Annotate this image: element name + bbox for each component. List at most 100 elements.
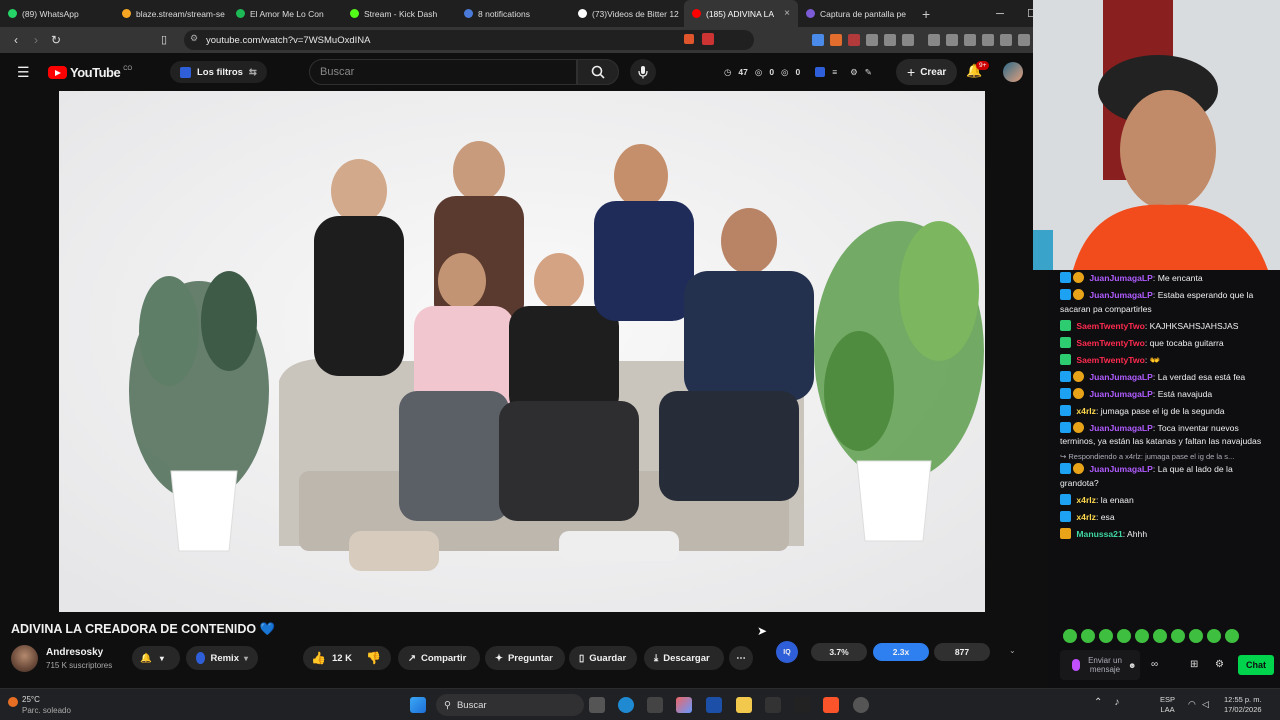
taskbar-search[interactable]: ⚲ Buscar <box>436 694 584 716</box>
extension-icon[interactable] <box>848 34 860 46</box>
emote-icon[interactable] <box>1099 629 1113 643</box>
gift-icon[interactable]: ⊞ <box>1190 659 1198 670</box>
vpn-icon[interactable] <box>1000 34 1012 46</box>
sidebar-icon[interactable] <box>946 34 958 46</box>
browser-tab-active[interactable]: (185) ADIVINA LA × <box>684 0 798 27</box>
chat-username[interactable]: JuanJumagaLP <box>1089 372 1153 382</box>
wifi-icon[interactable]: ◠ <box>1188 699 1196 710</box>
chat-send-button[interactable]: Chat <box>1238 655 1274 675</box>
chat-username[interactable]: Manussa21 <box>1076 529 1122 539</box>
mic-icon[interactable]: ♪ <box>1114 697 1119 708</box>
emote-icon[interactable] <box>1063 629 1077 643</box>
iq-icon[interactable] <box>815 67 826 77</box>
create-button[interactable]: + Crear <box>896 59 958 85</box>
snipping-tool-icon[interactable] <box>647 697 663 713</box>
list-icon[interactable]: ≡ <box>832 67 837 78</box>
notification-settings-button[interactable]: 🔔 ▾ <box>132 646 180 670</box>
search-input[interactable]: Buscar <box>309 59 577 85</box>
share-button[interactable]: ↗ Compartir <box>398 646 480 670</box>
chat-username[interactable]: SaemTwentyTwo <box>1076 321 1144 331</box>
chat-message-input[interactable]: Enviar un mensaje ☻ <box>1060 650 1140 680</box>
back-icon[interactable]: ‹ <box>6 33 26 47</box>
emote-icon[interactable] <box>1225 629 1239 643</box>
reload-icon[interactable]: ↻ <box>46 33 66 47</box>
close-tab-icon[interactable]: × <box>784 8 790 19</box>
chat-username[interactable]: JuanJumagaLP <box>1089 423 1153 433</box>
chat-username[interactable]: x4rlz <box>1076 495 1096 505</box>
iq-extension-button[interactable]: IQ <box>776 641 798 663</box>
volume-icon[interactable]: ◁ <box>1202 699 1209 710</box>
emote-icon[interactable] <box>1153 629 1167 643</box>
emote-icon[interactable] <box>1117 629 1131 643</box>
minimize-icon[interactable]: ─ <box>984 8 1016 20</box>
browser-tab[interactable]: El Amor Me Lo Con <box>228 0 342 27</box>
chat-username[interactable]: JuanJumagaLP <box>1089 389 1153 399</box>
weather-icon[interactable] <box>8 697 18 707</box>
emote-icon[interactable] <box>1189 629 1203 643</box>
brave-browser-icon[interactable] <box>823 697 839 713</box>
chat-username[interactable]: JuanJumagaLP <box>1089 464 1153 474</box>
browser-tab[interactable]: Stream - Kick Dash <box>342 0 456 27</box>
bits-icon[interactable]: ∞ <box>1151 659 1158 670</box>
store-icon[interactable] <box>706 697 722 713</box>
extension-icon[interactable] <box>902 34 914 46</box>
emote-icon[interactable] <box>1135 629 1149 643</box>
edge-icon[interactable] <box>618 697 634 713</box>
channel-name[interactable]: Andresosky <box>46 647 103 658</box>
ask-button[interactable]: ✦ Preguntar <box>485 646 565 670</box>
system-clock[interactable]: 12:55 p. m. 17/02/2026 <box>1224 695 1262 715</box>
settings-icon[interactable]: ⚙ <box>850 67 858 78</box>
chat-username[interactable]: x4rlz <box>1076 406 1096 416</box>
wallet-icon[interactable] <box>964 34 976 46</box>
brave-rewards-icon[interactable] <box>702 33 714 45</box>
forward-icon[interactable]: › <box>26 33 46 47</box>
extension-icon[interactable] <box>866 34 878 46</box>
chevron-up-icon[interactable]: ⌃ <box>1094 697 1102 708</box>
edit-icon[interactable]: ✎ <box>865 67 872 78</box>
site-info-icon[interactable]: ⚙ <box>190 33 198 44</box>
extension-icon[interactable] <box>830 34 842 46</box>
chat-username[interactable]: SaemTwentyTwo <box>1076 338 1144 348</box>
browser-tab[interactable]: Captura de pantalla pe <box>798 0 912 27</box>
emote-icon[interactable] <box>1081 629 1095 643</box>
voice-search-button[interactable] <box>630 59 656 85</box>
chat-username[interactable]: JuanJumagaLP <box>1089 290 1153 300</box>
new-tab-button[interactable]: + <box>912 6 940 22</box>
chat-username[interactable]: JuanJumagaLP <box>1089 273 1153 283</box>
task-view-icon[interactable] <box>589 697 605 713</box>
browser-tab[interactable]: (89) WhatsApp <box>0 0 114 27</box>
download-button[interactable]: ⤓ Descargar <box>644 646 724 670</box>
dislike-icon[interactable]: 👎 <box>366 651 381 665</box>
terminal-icon[interactable] <box>765 697 781 713</box>
channel-avatar[interactable] <box>11 645 38 672</box>
save-button[interactable]: ▯ Guardar <box>569 646 637 670</box>
video-player[interactable] <box>59 91 985 612</box>
browser-tab[interactable]: 8 notifications <box>456 0 570 27</box>
remix-button[interactable]: Remix ▾ <box>186 646 258 670</box>
more-actions-button[interactable]: ⋯ <box>729 646 753 670</box>
browser-tab[interactable]: blaze.stream/stream-se <box>114 0 228 27</box>
emoji-icon[interactable]: ☻ <box>1128 661 1136 670</box>
file-explorer-icon[interactable] <box>736 697 752 713</box>
emote-icon[interactable] <box>1207 629 1221 643</box>
chat-username[interactable]: x4rlz <box>1076 512 1096 522</box>
account-avatar[interactable] <box>1003 62 1023 82</box>
media-icon[interactable] <box>928 34 940 46</box>
windows-start-icon[interactable] <box>410 697 426 713</box>
brave-shield-icon[interactable] <box>684 34 694 44</box>
weather-widget[interactable]: 25°C Parc. soleado <box>22 694 71 716</box>
menu-icon[interactable] <box>1018 34 1030 46</box>
filters-button[interactable]: Los filtros ⇆ <box>170 61 267 83</box>
language-indicator[interactable]: ESP LAA <box>1160 695 1175 715</box>
like-icon[interactable]: 👍 <box>311 651 326 665</box>
settings-icon[interactable]: ⚙ <box>1215 659 1224 670</box>
hamburger-menu-icon[interactable]: ☰ <box>17 64 30 81</box>
obs-icon[interactable] <box>853 697 869 713</box>
like-count[interactable]: 12 K <box>332 653 352 664</box>
chevron-down-icon[interactable]: ⌄ <box>1009 646 1016 655</box>
puzzle-icon[interactable] <box>884 34 896 46</box>
translate-icon[interactable] <box>812 34 824 46</box>
emote-icon[interactable] <box>1171 629 1185 643</box>
youtube-logo[interactable]: YouTube CO <box>48 65 132 80</box>
chat-username[interactable]: SaemTwentyTwo <box>1076 355 1144 365</box>
